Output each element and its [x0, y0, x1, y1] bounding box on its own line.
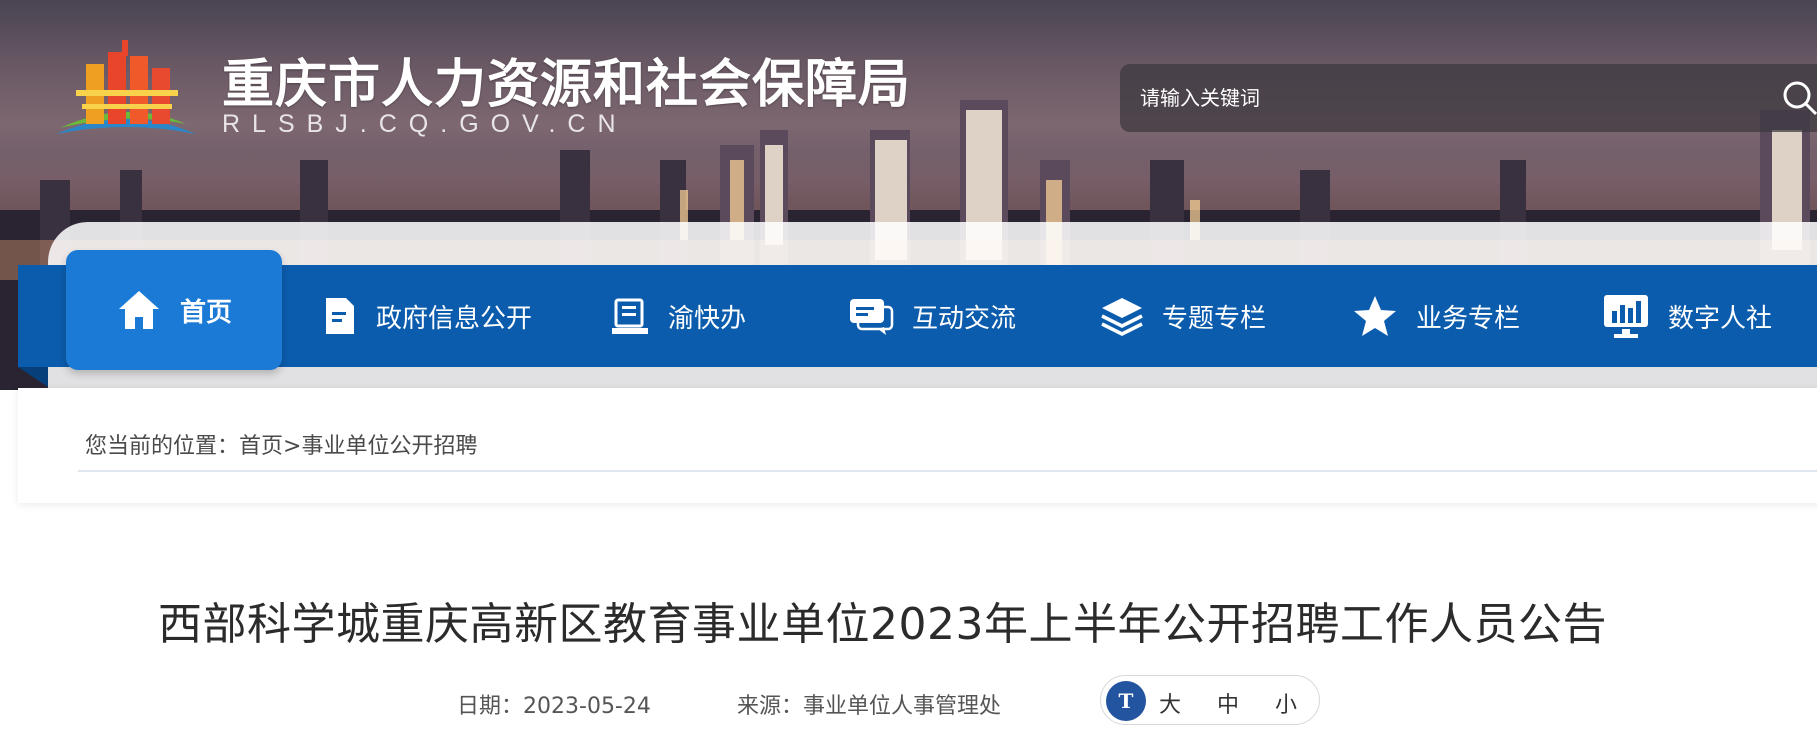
- nav-item-label: 业务专栏: [1416, 303, 1521, 334]
- nav-item-interaction[interactable]: 互动交流: [848, 265, 1016, 367]
- nav-item-label: 政府信息公开: [376, 303, 533, 334]
- nav-item-label: 渝快办: [668, 303, 747, 334]
- nav-item-yukuaiban[interactable]: 渝快办: [610, 265, 746, 367]
- star-icon: [1354, 296, 1396, 336]
- document-icon: [326, 298, 354, 334]
- nav-item-label: 数字人社: [1668, 303, 1773, 334]
- nav-item-topics[interactable]: 专题专栏: [1100, 265, 1266, 367]
- nav-item-label: 首页: [179, 297, 232, 328]
- font-size-small-button[interactable]: 小: [1275, 687, 1297, 719]
- nav-item-digital[interactable]: 数字人社: [1602, 265, 1772, 367]
- site-domain: RLSBJ.CQ.GOV.CN: [222, 110, 628, 138]
- breadcrumb-prefix: 您当前的位置：: [85, 434, 240, 459]
- breadcrumb-divider: [78, 470, 1817, 472]
- article-date: 日期：2023-05-24: [457, 688, 651, 720]
- search-box: [1120, 64, 1817, 132]
- breadcrumb-separator: >: [283, 434, 302, 459]
- breadcrumb-home-link[interactable]: 首页: [239, 434, 283, 459]
- home-icon: [118, 291, 159, 329]
- date-value: 2023-05-24: [523, 694, 651, 719]
- nav-item-business[interactable]: 业务专栏: [1352, 265, 1520, 367]
- monitor-chart-icon: [1604, 295, 1648, 338]
- layers-icon: [1101, 298, 1143, 336]
- nav-item-label: 专题专栏: [1162, 303, 1267, 334]
- search-icon[interactable]: [1780, 78, 1817, 118]
- breadcrumb: 您当前的位置：首页>事业单位公开招聘: [85, 428, 477, 460]
- site-logo: [56, 40, 196, 134]
- date-label: 日期：: [457, 694, 524, 719]
- search-input[interactable]: [1140, 64, 1720, 132]
- chat-icon: [850, 299, 894, 335]
- site-title: 重庆市人力资源和社会保障局: [222, 55, 912, 115]
- article-title: 西部科学城重庆高新区教育事业单位2023年上半年公开招聘工作人员公告: [158, 599, 1607, 650]
- source-label: 来源：: [737, 694, 804, 719]
- breadcrumb-current-link[interactable]: 事业单位公开招聘: [301, 434, 477, 459]
- nav-item-label: 互动交流: [912, 303, 1017, 334]
- nav-fold-decoration: [18, 367, 48, 387]
- font-size-medium-button[interactable]: 中: [1217, 687, 1239, 719]
- page: 重庆市人力资源和社会保障局 RLSBJ.CQ.GOV.CN 首页 政府信息公开: [0, 0, 1817, 737]
- article-source: 来源：事业单位人事管理处: [737, 688, 1001, 720]
- font-size-switcher: T 大 中 小: [1100, 675, 1320, 725]
- service-icon: [612, 298, 648, 334]
- nav-item-home[interactable]: 首页: [66, 250, 282, 370]
- source-value: 事业单位人事管理处: [803, 694, 1002, 719]
- nav-item-gov-info[interactable]: 政府信息公开: [322, 265, 532, 367]
- font-size-icon: T: [1106, 681, 1146, 721]
- font-size-large-button[interactable]: 大: [1159, 687, 1181, 719]
